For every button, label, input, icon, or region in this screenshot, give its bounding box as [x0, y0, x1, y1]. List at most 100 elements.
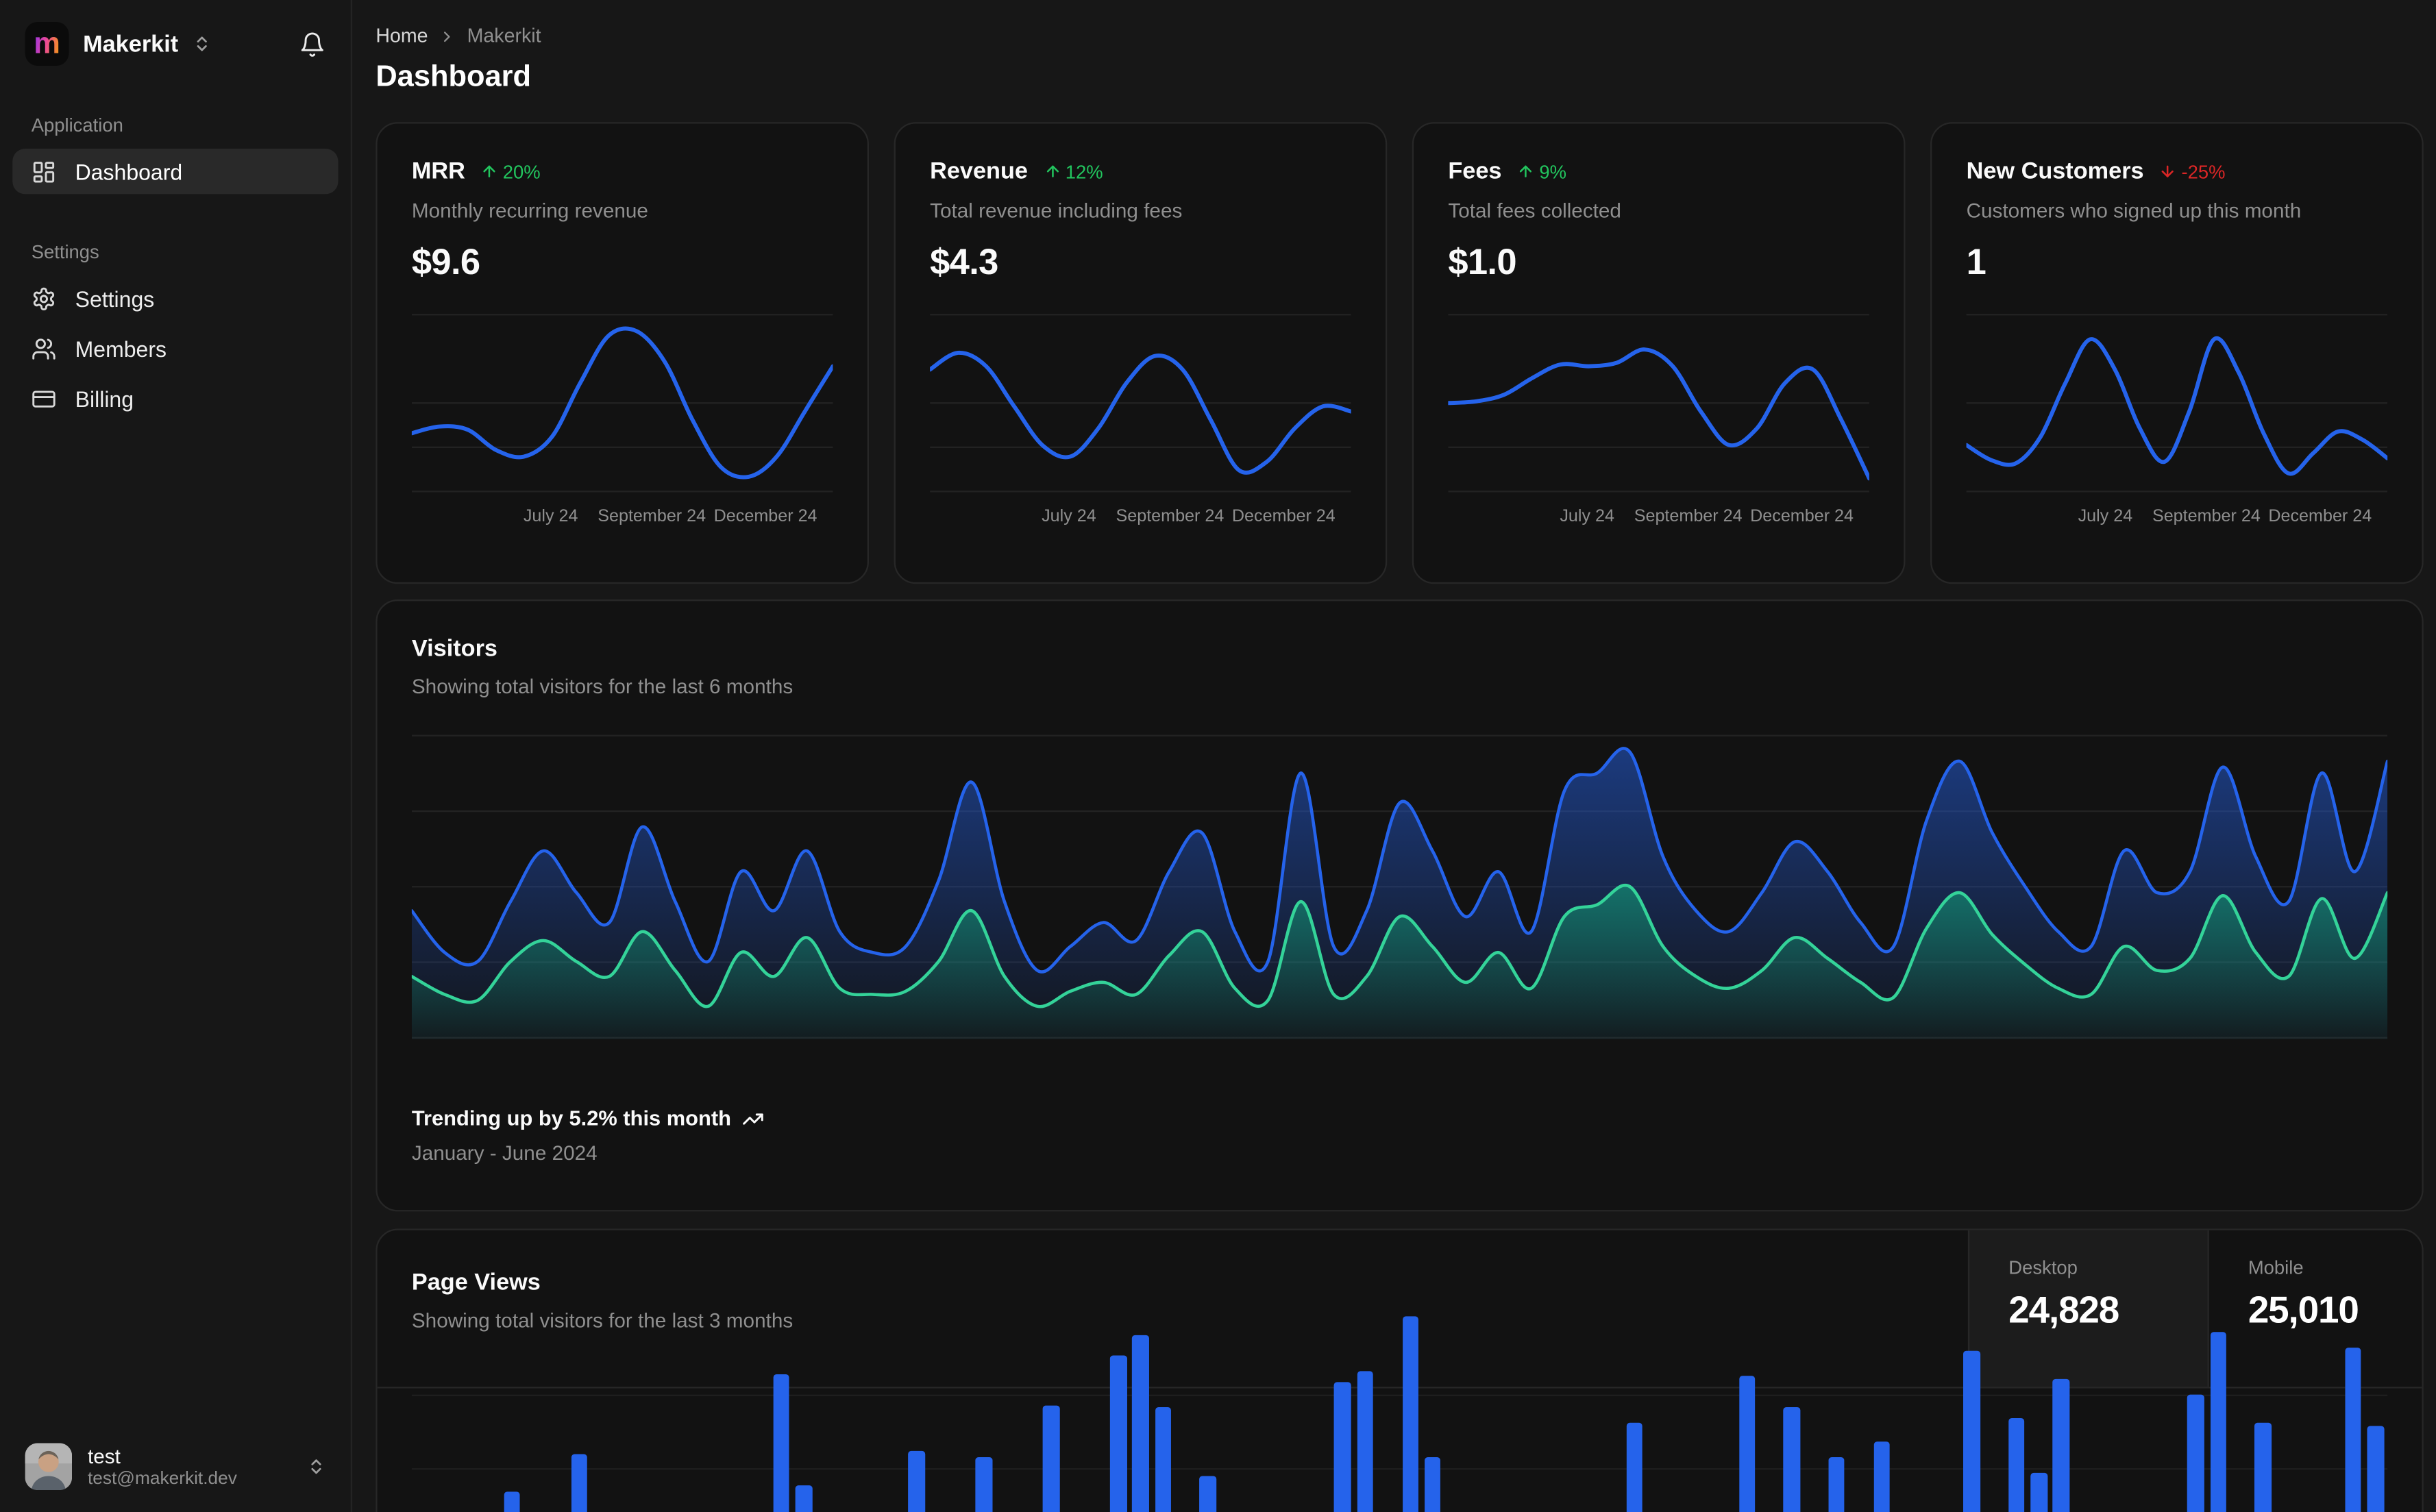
- stat-description: Total fees collected: [1448, 199, 1621, 223]
- sidebar-item-billing[interactable]: Billing: [12, 375, 338, 421]
- bar: [2187, 1394, 2204, 1512]
- sidebar-item-label: Members: [75, 336, 167, 361]
- dashboard-app: m Makerkit Application Dashboard Setting…: [0, 0, 2436, 1512]
- bar: [2008, 1417, 2025, 1512]
- bar: [2345, 1348, 2362, 1512]
- bar: [504, 1491, 521, 1512]
- breadcrumb-home-link[interactable]: Home: [376, 25, 428, 47]
- bar: [1357, 1371, 1374, 1512]
- bar: [1132, 1335, 1149, 1512]
- bar: [1334, 1382, 1351, 1512]
- bar: [1042, 1405, 1059, 1512]
- stat-title: Revenue: [930, 158, 1028, 185]
- revenue-sparkline-chart: [930, 313, 1351, 493]
- user-menu[interactable]: test test@makerkit.dev: [25, 1443, 326, 1491]
- bar: [2030, 1472, 2047, 1512]
- bar: [1626, 1422, 1643, 1512]
- x-axis-labels: July 24 September 24 December 24: [1042, 507, 1336, 526]
- sidebar-item-members[interactable]: Members: [12, 325, 338, 371]
- bar: [1109, 1355, 1127, 1512]
- x-axis-labels: July 24 September 24 December 24: [1560, 507, 1854, 526]
- bar: [1963, 1350, 1980, 1512]
- user-meta: test test@makerkit.dev: [88, 1444, 237, 1489]
- mobile-label: Mobile: [2248, 1256, 2304, 1279]
- arrow-up-icon: [1046, 165, 1058, 177]
- bar: [2210, 1332, 2227, 1512]
- stat-value: $1.0: [1448, 240, 1516, 282]
- x-axis-labels: July 24 September 24 December 24: [523, 507, 817, 526]
- sidebar: m Makerkit Application Dashboard Setting…: [0, 0, 353, 1512]
- fees-sparkline-chart: [1448, 313, 1869, 493]
- page-views-bar-chart: [411, 1316, 2388, 1512]
- trend-badge: 20%: [481, 160, 541, 182]
- visitors-title: Visitors: [411, 635, 497, 662]
- sidebar-section-settings: Settings: [31, 240, 99, 263]
- stat-value: $9.6: [411, 240, 480, 282]
- visitors-footer: Trending up by 5.2% this month January -…: [412, 1106, 764, 1165]
- bar: [1783, 1406, 1800, 1512]
- desktop-value: 24,828: [2008, 1289, 2119, 1333]
- layout-dashboard-icon: [32, 159, 57, 184]
- desktop-label: Desktop: [2008, 1256, 2078, 1279]
- sidebar-item-settings[interactable]: Settings: [12, 275, 338, 321]
- workspace-name: Makerkit: [83, 30, 179, 58]
- user-email: test@makerkit.dev: [87, 1469, 237, 1488]
- trend-badge: 12%: [1044, 160, 1103, 182]
- user-menu-selector-icon[interactable]: [307, 1457, 325, 1476]
- bar: [1200, 1476, 1217, 1512]
- workspace-selector-icon[interactable]: [193, 34, 211, 53]
- bar: [2367, 1426, 2384, 1512]
- chevron-right-icon: [439, 27, 456, 45]
- stat-description: Customers who signed up this month: [1966, 199, 2302, 223]
- sidebar-item-label: Dashboard: [75, 158, 183, 184]
- bar: [1738, 1376, 1756, 1512]
- stat-cards-row: MRR 20% Monthly recurring revenue $9.6 J…: [376, 122, 2424, 584]
- bar: [1828, 1457, 1845, 1512]
- settings-gear-icon: [32, 286, 57, 311]
- sidebar-nav: Application Dashboard Settings Settings …: [12, 67, 339, 425]
- bar: [975, 1457, 992, 1512]
- toggle-mobile[interactable]: Mobile 25,010: [2207, 1230, 2422, 1387]
- avatar: [25, 1443, 73, 1491]
- arrow-down-icon: [2162, 165, 2174, 177]
- stat-description: Total revenue including fees: [930, 199, 1183, 223]
- bar: [571, 1454, 588, 1512]
- new-customers-sparkline-chart: [1966, 313, 2388, 493]
- arrow-up-icon: [1520, 165, 1532, 177]
- arrow-up-icon: [483, 165, 495, 177]
- stat-card-new-customers: New Customers -25% Customers who signed …: [1930, 122, 2424, 584]
- page-views-title: Page Views: [411, 1269, 541, 1296]
- sidebar-section-application: Application: [31, 114, 123, 136]
- bar: [2053, 1378, 2070, 1512]
- x-axis-labels: July 24 September 24 December 24: [2078, 507, 2372, 526]
- visitors-trend-text: Trending up by 5.2% this month: [411, 1106, 731, 1130]
- sidebar-item-dashboard[interactable]: Dashboard: [12, 149, 339, 195]
- page-views-subtitle: Showing total visitors for the last 3 mo…: [411, 1309, 793, 1333]
- bar: [1424, 1457, 1441, 1512]
- breadcrumb: Home Makerkit: [376, 25, 2423, 47]
- brand-logo[interactable]: m: [25, 21, 69, 66]
- bar: [908, 1450, 925, 1512]
- trend-badge: 9%: [1517, 160, 1566, 182]
- mrr-sparkline-chart: [411, 313, 833, 493]
- users-icon: [32, 336, 57, 361]
- credit-card-icon: [32, 386, 57, 411]
- stat-card-revenue: Revenue 12% Total revenue including fees…: [894, 122, 1388, 584]
- stat-value: 1: [1966, 240, 1986, 282]
- trending-up-icon: [743, 1113, 763, 1124]
- mobile-value: 25,010: [2248, 1289, 2359, 1333]
- bar: [1155, 1406, 1172, 1512]
- page-views-header: Page Views Showing total visitors for th…: [377, 1230, 2422, 1389]
- stat-title: New Customers: [1966, 158, 2144, 185]
- stat-card-mrr: MRR 20% Monthly recurring revenue $9.6 J…: [376, 122, 870, 584]
- bar: [1873, 1441, 1890, 1512]
- visitors-period: January - June 2024: [411, 1141, 598, 1165]
- breadcrumb-current: Makerkit: [467, 25, 541, 47]
- notifications-bell-icon[interactable]: [299, 31, 325, 58]
- toggle-desktop[interactable]: Desktop 24,828: [1967, 1230, 2208, 1387]
- brand-logo-letter: m: [34, 27, 60, 60]
- trend-badge: -25%: [2159, 160, 2225, 182]
- bar: [773, 1374, 790, 1512]
- bar: [2255, 1422, 2272, 1512]
- page-title: Dashboard: [376, 61, 532, 95]
